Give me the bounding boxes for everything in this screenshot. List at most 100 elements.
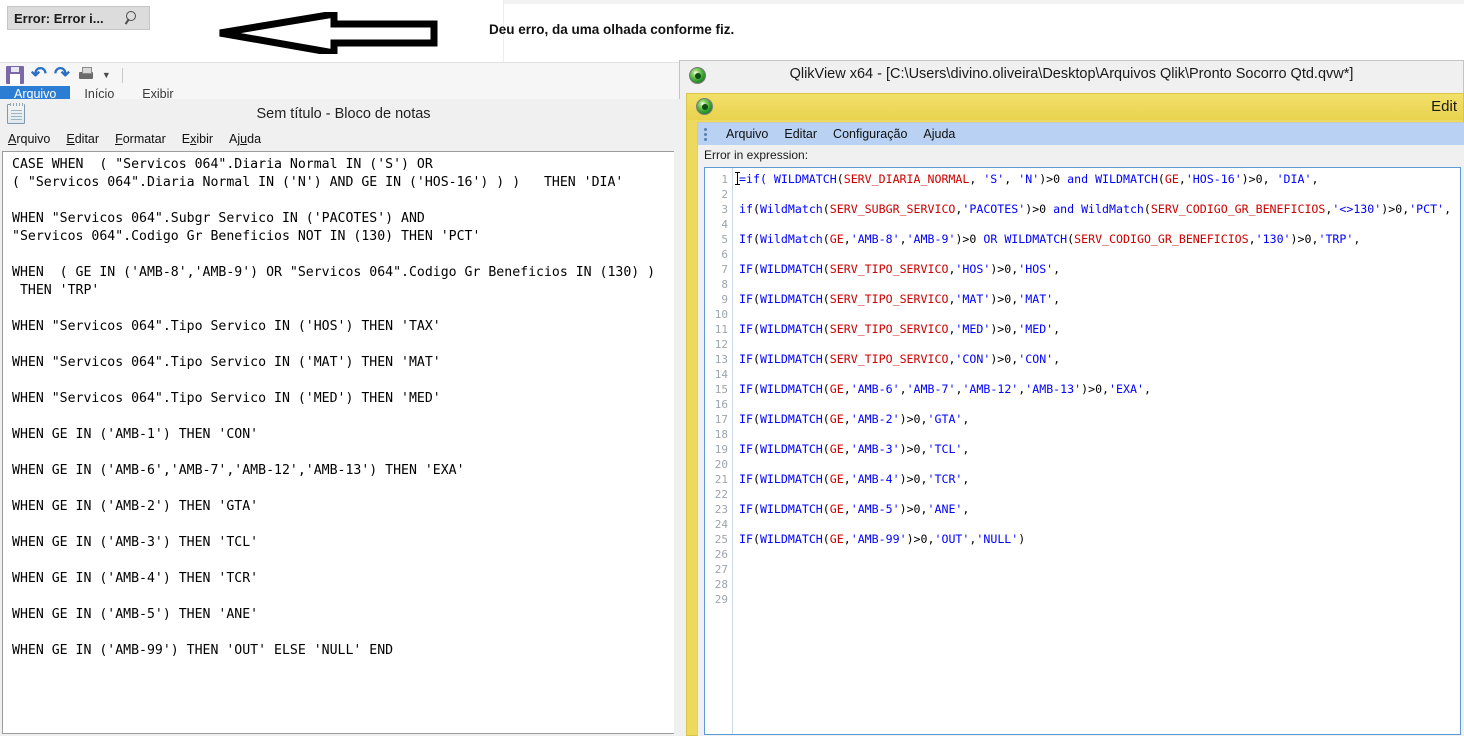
notepad-line <box>12 408 674 426</box>
menubar-grip-icon[interactable] <box>704 127 708 141</box>
code-token: IF <box>739 472 753 486</box>
dialog-menu-editar[interactable]: Editar <box>784 127 817 141</box>
notepad-line: WHEN "Servicos 064".Tipo Servico IN ('HO… <box>12 319 441 334</box>
dialog-menu-configuracao[interactable]: Configuração <box>833 127 907 141</box>
code-token: 'MED' <box>955 322 991 336</box>
quick-access-toolbar: ↶ ↷ ▼ <box>6 64 123 86</box>
code-token: , <box>843 532 851 546</box>
code-token: )>0 <box>1025 202 1054 216</box>
code-token: ( <box>752 202 760 216</box>
code-line: If(WildMatch(GE,'AMB-8','AMB-9')>0 OR WI… <box>739 232 1460 247</box>
expression-editor[interactable]: 1 2 3 4 5 6 7 8 9 10 11 12 13 14 15 16 17 18 19 20 21 22 23 24 2… <box>704 167 1461 735</box>
code-token: 'NULL' <box>976 532 1019 546</box>
code-token: ( <box>752 502 760 516</box>
editor-code-content[interactable]: =if( WILDMATCH(SERV_DIARIA_NORMAL, 'S', … <box>733 168 1460 734</box>
notepad-line: WHEN GE IN ('AMB-4') THEN 'TCR' <box>12 571 259 586</box>
code-line: IF(WILDMATCH(GE,'AMB-3')>0,'TCL', <box>739 442 1460 457</box>
code-token: 'CON' <box>1018 352 1054 366</box>
notepad-menu-editar[interactable]: Editar <box>66 132 99 146</box>
notepad-line: WHEN GE IN ('AMB-6','AMB-7','AMB-12','AM… <box>12 463 465 478</box>
code-token: 'TCR' <box>927 472 963 486</box>
notepad-menubar: Arquivo Editar Formatar Exibir Ajuda <box>0 128 687 150</box>
notepad-window: Sem título - Bloco de notas Arquivo Edit… <box>0 99 688 736</box>
code-token: 'AMB-5' <box>850 502 900 516</box>
code-token: 'AMB-99' <box>850 532 907 546</box>
search-icon[interactable] <box>125 11 139 25</box>
code-line: IF(WILDMATCH(SERV_TIPO_SERVICO,'MED')>0,… <box>739 322 1460 337</box>
notepad-line <box>12 552 674 570</box>
code-token: ( <box>836 172 844 186</box>
code-token: 'PCT' <box>1409 202 1445 216</box>
dialog-menu-ajuda[interactable]: Ajuda <box>923 127 955 141</box>
undo-icon[interactable]: ↶ <box>31 65 47 84</box>
code-token: )>0, <box>990 352 1019 366</box>
dialog-titlebar[interactable]: Edit <box>687 94 1463 120</box>
code-token: )>0, <box>990 292 1019 306</box>
code-line: if(WildMatch(SERV_SUBGR_SERVICO,'PACOTES… <box>739 202 1460 217</box>
code-token: SERV_TIPO_SERVICO <box>829 322 949 336</box>
qlikview-main-title: QlikView x64 - [C:\Users\divino.oliveira… <box>789 66 1354 82</box>
editor-line-numbers: 1 2 3 4 5 6 7 8 9 10 11 12 13 14 15 16 17 18 19 20 21 22 23 24 2… <box>705 168 733 734</box>
redo-icon[interactable]: ↷ <box>54 65 70 84</box>
code-token: =if( <box>739 172 774 186</box>
code-token: '<>130' <box>1332 202 1382 216</box>
notepad-menu-formatar[interactable]: Formatar <box>115 132 166 146</box>
code-token: WILDMATCH <box>759 382 823 396</box>
code-token: WILDMATCH <box>759 322 823 336</box>
qlikview-logo-icon <box>696 98 713 115</box>
code-token: '130' <box>1255 232 1291 246</box>
notepad-line: WHEN "Servicos 064".Tipo Servico IN ('MA… <box>12 355 441 370</box>
notepad-line <box>12 444 674 462</box>
error-in-expression-label: Error in expression: <box>698 145 1464 165</box>
code-token: and <box>1053 202 1075 216</box>
code-token: 'TRP' <box>1318 232 1354 246</box>
left-arrow-annotation-icon <box>218 9 438 58</box>
notepad-titlebar[interactable]: Sem título - Bloco de notas <box>0 99 687 128</box>
code-line: =if( WILDMATCH(SERV_DIARIA_NORMAL, 'S', … <box>739 172 1460 187</box>
code-token: 'HOS-16' <box>1185 172 1242 186</box>
line-number: 13 <box>714 353 728 366</box>
code-token: 'MAT' <box>1018 292 1054 306</box>
line-number: 17 <box>714 413 728 426</box>
line-number: 3 <box>721 203 728 216</box>
code-token: GE <box>829 232 844 246</box>
notepad-menu-exibir[interactable]: Exibir <box>182 132 213 146</box>
code-token: 'N' <box>1018 172 1040 186</box>
code-token: GE <box>829 502 844 516</box>
code-token: WILDMATCH <box>759 292 823 306</box>
code-token: 'HOS' <box>955 262 991 276</box>
line-number: 11 <box>714 323 728 336</box>
code-token: 'DIA' <box>1276 172 1312 186</box>
dialog-menu-arquivo[interactable]: Arquivo <box>726 127 768 141</box>
code-line: IF(WILDMATCH(GE,'AMB-5')>0,'ANE', <box>739 502 1460 517</box>
notepad-text-area[interactable]: CASE WHEN ( "Servicos 064".Diaria Normal… <box>2 151 674 734</box>
code-token: , <box>1143 382 1151 396</box>
line-number: 14 <box>714 368 728 381</box>
notepad-menu-arquivo[interactable]: Arquivo <box>8 132 50 146</box>
code-token: ( <box>752 472 760 486</box>
code-token: 'HOS' <box>1018 262 1054 276</box>
line-number: 8 <box>721 278 728 291</box>
code-token: 'MED' <box>1018 322 1054 336</box>
save-icon[interactable] <box>6 66 24 84</box>
code-token: )>0, <box>1381 202 1410 216</box>
code-token: , <box>843 232 851 246</box>
line-number: 20 <box>714 458 728 471</box>
code-token: SERV_DIARIA_NORMAL <box>843 172 970 186</box>
chevron-down-icon[interactable]: ▼ <box>102 70 111 80</box>
error-listbox[interactable]: Error: Error i... <box>7 6 150 30</box>
notepad-menu-ajuda[interactable]: Ajuda <box>229 132 261 146</box>
code-token: 'AMB-9' <box>906 232 956 246</box>
code-token: WILDMATCH <box>773 172 837 186</box>
print-icon[interactable] <box>77 66 95 84</box>
code-token: ( <box>752 262 760 276</box>
notepad-line: WHEN "Servicos 064".Subgr Servico IN ('P… <box>12 211 425 226</box>
code-token: )>0, <box>1241 172 1277 186</box>
dialog-body: Arquivo Editar Configuração Ajuda Error … <box>697 122 1464 736</box>
code-token: ( <box>1157 172 1165 186</box>
